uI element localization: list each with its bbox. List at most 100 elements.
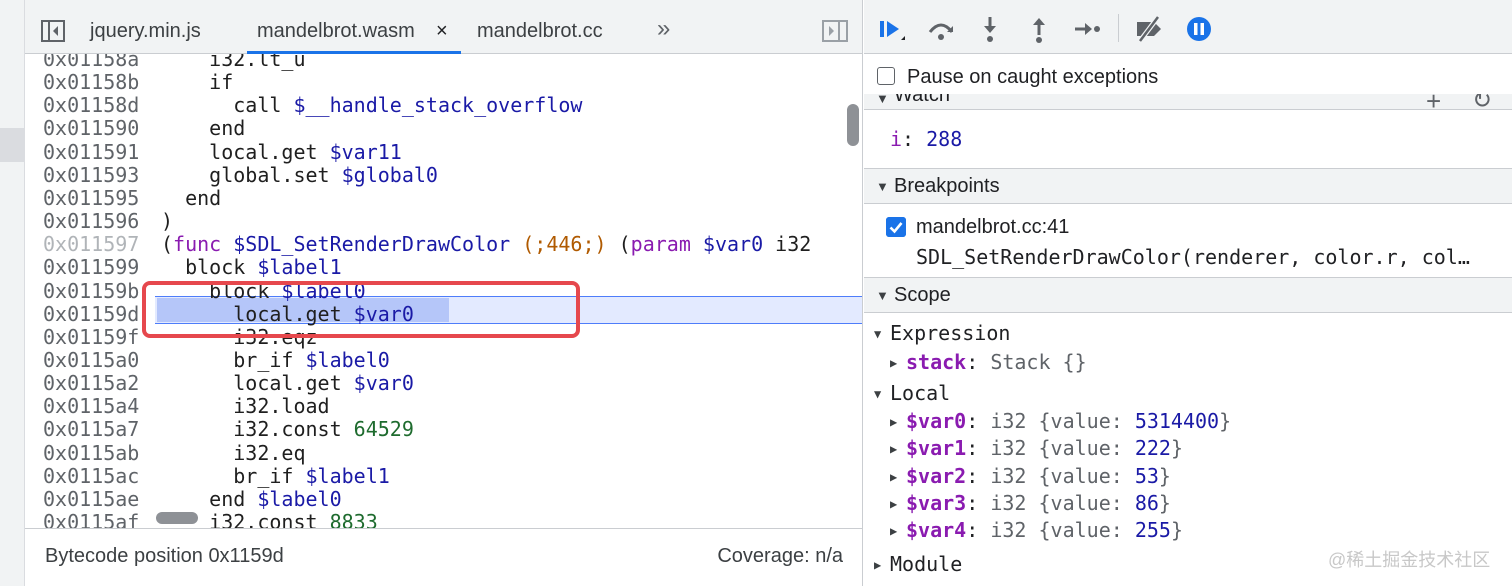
scope-local-variable[interactable]: ▶ $var4: i32 {value: 255} — [890, 518, 1183, 542]
step-out-icon[interactable] — [1024, 14, 1054, 44]
line-address[interactable]: 0x01158b — [43, 71, 139, 94]
deactivate-breakpoints-icon[interactable] — [1134, 14, 1164, 44]
line-address[interactable]: 0x0115a7 — [43, 418, 139, 441]
pause-on-caught-checkbox[interactable] — [877, 67, 895, 85]
scope-local-node[interactable]: ▼ Local — [874, 381, 950, 405]
pause-on-exceptions-icon[interactable] — [1184, 14, 1214, 44]
line-address[interactable]: 0x011590 — [43, 117, 139, 140]
annotation-box — [142, 281, 580, 338]
add-watch-icon[interactable]: + — [1426, 94, 1441, 109]
code-line[interactable]: 0x01158a i32.lt_u — [25, 54, 862, 71]
scope-stack-name: stack — [906, 350, 967, 374]
watch-section-header[interactable]: ▼ Watch + ↻ — [864, 94, 1512, 110]
scope-local-variable[interactable]: ▶ $var0: i32 {value: 5314400} — [890, 409, 1231, 433]
line-address[interactable]: 0x011599 — [43, 256, 139, 279]
tab-mandelbrot-cc[interactable]: mandelbrot.cc — [477, 0, 603, 54]
resume-icon[interactable] — [876, 14, 906, 44]
watch-expression[interactable]: i: 288 — [890, 127, 962, 151]
horizontal-scrollbar[interactable] — [156, 512, 198, 524]
line-address[interactable]: 0x01158d — [43, 94, 139, 117]
code-line[interactable]: 0x011591 local.get $var11 — [25, 140, 862, 164]
code-line[interactable]: 0x0115ab i32.eq — [25, 440, 862, 465]
vertical-scrollbar[interactable] — [847, 104, 859, 146]
bytecode-position: Bytecode position 0x1159d — [45, 545, 284, 567]
variable-value: 5314400 — [1134, 409, 1220, 433]
expand-triangle-icon: ▶ — [890, 442, 898, 457]
line-source: end $label0 — [161, 486, 342, 511]
line-address[interactable]: 0x0115a0 — [43, 348, 139, 372]
scope-local-variable[interactable]: ▶ $var2: i32 {value: 53} — [890, 464, 1171, 488]
breakpoints-section-header[interactable]: ▼ Breakpoints — [864, 168, 1512, 204]
tab-mandelbrot-wasm[interactable]: mandelbrot.wasm — [257, 0, 415, 54]
line-source: end — [161, 185, 222, 210]
line-address[interactable]: 0x011596 — [43, 210, 139, 233]
scope-section-header[interactable]: ▼ Scope — [864, 277, 1512, 313]
line-source: i32.eq — [161, 440, 306, 465]
code-line[interactable]: 0x011595 end — [25, 185, 862, 210]
expand-triangle-icon: ▶ — [874, 558, 882, 572]
code-line[interactable]: 0x0115a0 br_if $label0 — [25, 347, 862, 372]
coverage-status[interactable]: Coverage: n/a — [717, 545, 843, 568]
code-line[interactable]: 0x01158b if — [25, 71, 862, 94]
line-address[interactable]: 0x0115a2 — [43, 372, 139, 395]
code-line[interactable]: 0x0115ae end $label0 — [25, 486, 862, 511]
debugger-toolbar — [864, 0, 1512, 54]
watch-expression-name: i — [890, 127, 903, 151]
breakpoint-checkbox[interactable] — [886, 217, 906, 237]
tab-jquery-min-js[interactable]: jquery.min.js — [90, 0, 201, 54]
line-address[interactable]: 0x01159f — [43, 325, 139, 349]
scope-expression-node[interactable]: ▼ Expression — [874, 321, 1010, 345]
step-into-icon[interactable] — [975, 14, 1005, 44]
variable-name: $var3 — [906, 490, 967, 515]
line-source: local.get $var0 — [161, 371, 414, 396]
line-address[interactable]: 0x01159d — [43, 302, 139, 326]
code-line[interactable]: 0x0115af i32.const 8833 — [25, 511, 862, 529]
close-tab-icon[interactable]: × — [436, 18, 448, 44]
code-line[interactable]: 0x01158d call $__handle_stack_overflow — [25, 94, 862, 117]
code-line[interactable]: 0x011597 (func $SDL_SetRenderDrawColor (;… — [25, 232, 862, 257]
variable-name: $var2 — [906, 463, 967, 488]
code-line[interactable]: 0x0115a4 i32.load — [25, 395, 862, 418]
line-address[interactable]: 0x011591 — [43, 140, 139, 164]
scope-local-variable[interactable]: ▶ $var1: i32 {value: 222} — [890, 436, 1183, 460]
breakpoint-code-snippet: SDL_SetRenderDrawColor(renderer, color.r… — [916, 245, 1470, 269]
line-address[interactable]: 0x01159b — [43, 279, 139, 303]
breakpoints-title: Breakpoints — [894, 175, 1000, 197]
line-source: i32.lt_u — [161, 54, 306, 71]
left-panel-selected-row[interactable] — [0, 128, 25, 162]
scope-stack-row[interactable]: ▶ stack: Stack {} — [890, 350, 1087, 374]
variable-type: i32 — [990, 518, 1027, 543]
code-line[interactable]: 0x0115a2 local.get $var0 — [25, 371, 862, 396]
code-line[interactable]: 0x011593 global.set $global0 — [25, 163, 862, 187]
line-address[interactable]: 0x0115ac — [43, 464, 139, 488]
variable-value: 86 — [1134, 490, 1159, 515]
step-icon[interactable] — [1072, 14, 1102, 44]
more-tabs-icon[interactable]: » — [657, 15, 670, 43]
line-address[interactable]: 0x0115af — [43, 511, 139, 529]
line-address[interactable]: 0x01158a — [43, 54, 139, 71]
scope-local-variable[interactable]: ▶ $var3: i32 {value: 86} — [890, 491, 1171, 515]
line-source: (func $SDL_SetRenderDrawColor (;446;) (p… — [161, 232, 812, 257]
code-line[interactable]: 0x0115ac br_if $label1 — [25, 464, 862, 488]
breakpoint-item[interactable]: mandelbrot.cc:41 SDL_SetRenderDrawColor(… — [864, 205, 1512, 277]
code-line[interactable]: 0x011599 block $label1 — [25, 256, 862, 279]
line-source: br_if $label0 — [161, 347, 390, 372]
toggle-debugger-sidebar-icon[interactable] — [822, 20, 848, 42]
line-address[interactable]: 0x0115ab — [43, 441, 139, 465]
step-over-icon[interactable] — [926, 14, 956, 44]
scope-module-node[interactable]: ▶ Module — [874, 552, 962, 576]
expand-triangle-icon: ▶ — [890, 524, 898, 539]
line-address[interactable]: 0x0115a4 — [43, 395, 139, 418]
line-address[interactable]: 0x011595 — [43, 186, 139, 210]
refresh-watch-icon[interactable]: ↻ — [1472, 94, 1492, 109]
line-address[interactable]: 0x011597 — [43, 233, 139, 256]
line-address[interactable]: 0x011593 — [43, 163, 139, 187]
watch-expression-value: 288 — [926, 127, 963, 151]
code-line[interactable]: 0x011596) — [25, 210, 862, 233]
variable-type: i32 — [990, 436, 1027, 461]
line-address[interactable]: 0x0115ae — [43, 487, 139, 511]
code-line[interactable]: 0x011590 end — [25, 117, 862, 140]
toggle-navigator-icon[interactable] — [41, 20, 65, 42]
code-line[interactable]: 0x0115a7 i32.const 64529 — [25, 418, 862, 441]
code-view[interactable]: 0x01158a i32.lt_u 0x01158b if 0x01158d cal… — [25, 54, 862, 529]
